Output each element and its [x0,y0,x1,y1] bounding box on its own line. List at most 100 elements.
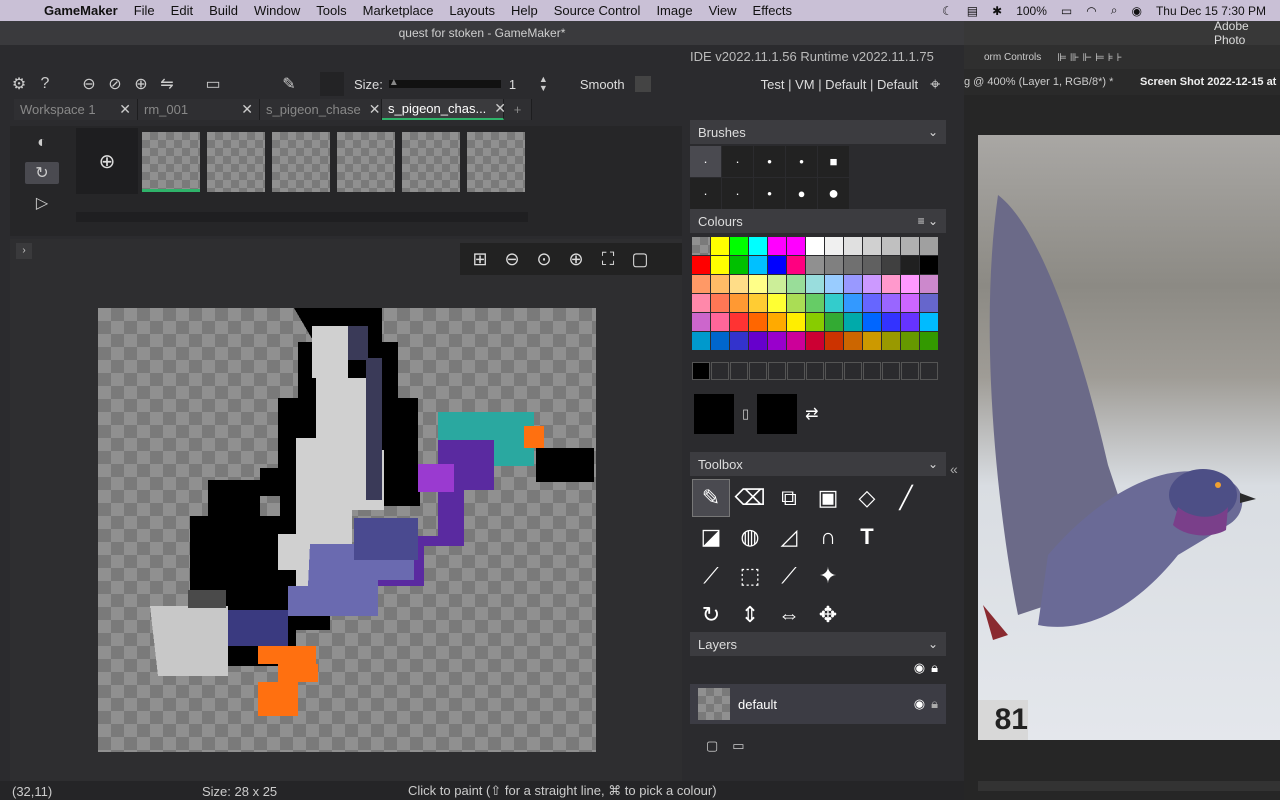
rectangle-tool-icon[interactable]: ◪ [692,518,730,556]
colour-swatch[interactable] [806,294,824,312]
colour-swatch[interactable] [863,332,881,350]
colour-swatch[interactable] [863,294,881,312]
menu-layouts[interactable]: Layouts [443,3,505,18]
colour-swatch[interactable] [806,256,824,274]
moon-icon[interactable]: ☾ [942,4,953,18]
colour-swatch[interactable] [692,294,710,312]
colour-swatch[interactable] [806,275,824,293]
chevron-down-icon[interactable]: ⌄ [928,457,938,471]
collapse-panel-icon[interactable]: « [950,461,958,477]
menu-window[interactable]: Window [248,3,310,18]
target-crosshair-icon[interactable]: ⌖ [924,73,946,95]
new-layer-icon[interactable]: ▢ [706,738,718,754]
colour-swatch[interactable] [692,275,710,293]
colour-swatch[interactable] [692,313,710,331]
expand-icon[interactable]: › [16,243,32,259]
colour-swatch[interactable] [901,237,919,255]
colour-swatch[interactable] [882,256,900,274]
colour-swatch[interactable] [825,237,843,255]
colour-swatch[interactable] [901,313,919,331]
colour-swatch[interactable] [692,332,710,350]
colour-swatch[interactable] [768,237,786,255]
tab-s-pigeon-chase[interactable]: s_pigeon_chase ✕ [260,99,382,120]
menu-view[interactable]: View [703,3,747,18]
align-icons[interactable]: ⊫ ⊪ ⊩ ⊨ ⊧ ⊦ [1057,51,1122,64]
folder-icon[interactable]: ▭ [732,738,744,754]
colour-swatch[interactable] [825,275,843,293]
arc-tool-icon[interactable]: ∩ [809,518,847,556]
colour-swatch[interactable] [920,332,938,350]
ps-scrollbar[interactable] [978,781,1280,791]
frame-2[interactable] [207,132,265,192]
wifi-icon[interactable]: ◠ [1086,4,1096,18]
menubar-clock[interactable]: Thu Dec 15 7:30 PM [1156,4,1266,18]
colour-swatch[interactable] [920,275,938,293]
chevron-down-icon[interactable]: ⌄ [928,637,938,651]
ellipse-tool-icon[interactable]: ◍ [731,518,769,556]
colour-swatch[interactable] [787,332,805,350]
colour-swatch[interactable] [825,313,843,331]
chevron-down-icon[interactable]: ⌄ [928,125,938,139]
colour-swatch[interactable] [730,256,748,274]
colour-swatch[interactable] [863,313,881,331]
close-icon[interactable]: ✕ [241,101,253,118]
colour-swatch[interactable] [711,313,729,331]
background-icon[interactable]: ▢ [626,246,654,272]
size-slider[interactable]: ▲ [388,77,501,88]
colour-swatch[interactable] [825,294,843,312]
battery-icon[interactable]: ▭ [1061,4,1072,18]
text-tool-icon[interactable]: T [848,518,886,556]
colour-swatch[interactable] [787,294,805,312]
colour-swatch[interactable] [901,294,919,312]
colour-swatch[interactable] [901,256,919,274]
colour-swatch[interactable] [730,313,748,331]
colour-swatch[interactable] [863,237,881,255]
primary-colour[interactable] [694,394,734,434]
colour-swatch[interactable] [806,237,824,255]
colour-swatch[interactable] [749,294,767,312]
colour-swatch[interactable] [749,275,767,293]
layer-default[interactable]: default ◉ 🔒︎ [690,684,946,724]
swap-colours-icon[interactable]: ⇄ [805,404,818,424]
tab-workspace[interactable]: Workspace 1 ✕ [14,99,138,120]
colour-swatch[interactable] [844,294,862,312]
colour-swatch[interactable] [711,275,729,293]
colour-swatch[interactable] [901,275,919,293]
colour-swatch[interactable] [844,313,862,331]
frames-scrollbar[interactable] [76,212,528,222]
menu-edit[interactable]: Edit [165,3,203,18]
colour-swatch[interactable] [825,256,843,274]
brush-9[interactable]: ● [786,178,817,209]
eye-icon[interactable]: ◉ [914,696,925,712]
polygon-tool-icon[interactable]: ◿ [770,518,808,556]
colour-swatch[interactable] [768,256,786,274]
frame-3[interactable] [272,132,330,192]
menu-help[interactable]: Help [505,3,548,18]
frame-6[interactable] [467,132,525,192]
monitor-icon[interactable]: ▭ [202,73,224,95]
paste-tool-icon[interactable]: ⧉ [770,479,808,517]
zoom-reset-icon[interactable]: ⊘ [104,73,126,95]
colour-swatch[interactable] [711,256,729,274]
pencil-icon[interactable]: ✎ [278,73,300,95]
custom-colour-1[interactable] [692,362,710,380]
frame-4[interactable] [337,132,395,192]
colour-swatch[interactable] [863,275,881,293]
colour-swatch[interactable] [768,313,786,331]
brush-7[interactable]: · [722,178,753,209]
toolbox-header[interactable]: Toolbox ⌄ [690,452,946,476]
search-icon[interactable]: ⌕ [1111,3,1118,18]
transform-controls[interactable]: orm Controls [984,52,1041,63]
flip-horizontal-icon[interactable]: ⇔ [770,596,808,634]
magic-wand-tool-icon[interactable]: ✦ [809,557,847,595]
colour-swatch[interactable] [768,332,786,350]
brush-6[interactable]: · [690,178,721,209]
colour-swatch[interactable] [920,294,938,312]
colour-swatch[interactable] [749,332,767,350]
menu-app[interactable]: GameMaker [38,3,128,18]
brush-5[interactable]: ■ [818,146,849,177]
menu-icon[interactable]: ≡ ⌄ [918,214,938,228]
brush-8[interactable]: • [754,178,785,209]
colour-swatch[interactable] [863,256,881,274]
colour-swatch[interactable] [901,332,919,350]
